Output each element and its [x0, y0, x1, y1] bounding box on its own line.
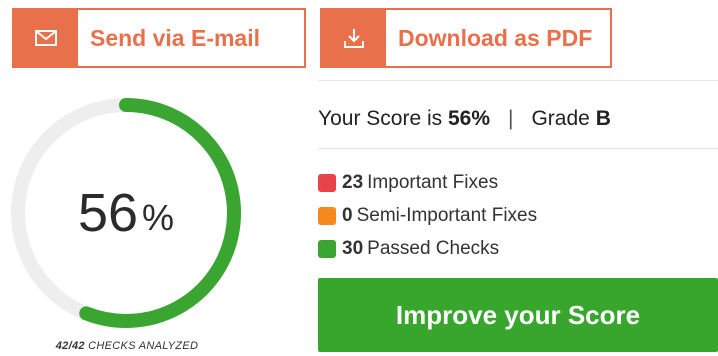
download-pdf-button[interactable]: Download as PDF: [320, 8, 612, 68]
score-percent-sign: %: [142, 197, 175, 238]
score-summary: Your Score is 56% | Grade B: [318, 107, 611, 131]
passed-checks-swatch: [318, 239, 336, 258]
header-divider: [318, 80, 718, 81]
semi-important-fixes-label: Semi-Important Fixes: [356, 204, 538, 226]
score-separator: |: [508, 107, 514, 130]
download-icon: [322, 10, 386, 66]
checks-analyzed-count: 42/42: [55, 340, 85, 352]
grade-prefix: Grade: [531, 107, 590, 130]
semi-important-fixes-count: 0: [342, 204, 353, 226]
legend-semi-important-fixes: 0 Semi-Important Fixes: [318, 199, 537, 232]
checks-analyzed-label: CHECKS ANALYZED: [88, 340, 199, 352]
send-email-button[interactable]: Send via E-mail: [12, 8, 306, 68]
legend-passed-checks: 30 Passed Checks: [318, 232, 537, 265]
passed-checks-label: Passed Checks: [367, 237, 500, 259]
fix-legend: 23 Important Fixes 0 Semi-Important Fixe…: [318, 166, 537, 265]
score-divider: [318, 148, 718, 149]
important-fixes-label: Important Fixes: [367, 171, 499, 193]
score-prefix: Your Score is: [318, 107, 443, 130]
envelope-icon: [14, 10, 78, 66]
score-value: 56%: [447, 107, 490, 130]
download-pdf-label: Download as PDF: [398, 24, 593, 51]
score-percent-number: 56: [77, 183, 139, 243]
gauge-center-value: 56 %: [6, 93, 246, 333]
important-fixes-swatch: [318, 173, 336, 192]
send-email-label: Send via E-mail: [90, 24, 261, 51]
checks-analyzed: 42/42 CHECKS ANALYZED: [0, 340, 254, 352]
semi-important-fixes-swatch: [318, 206, 336, 225]
important-fixes-count: 23: [342, 171, 364, 193]
improve-score-button[interactable]: Improve your Score: [318, 278, 718, 352]
grade-value: B: [595, 107, 611, 130]
legend-important-fixes: 23 Important Fixes: [318, 166, 537, 199]
passed-checks-count: 30: [342, 237, 364, 259]
